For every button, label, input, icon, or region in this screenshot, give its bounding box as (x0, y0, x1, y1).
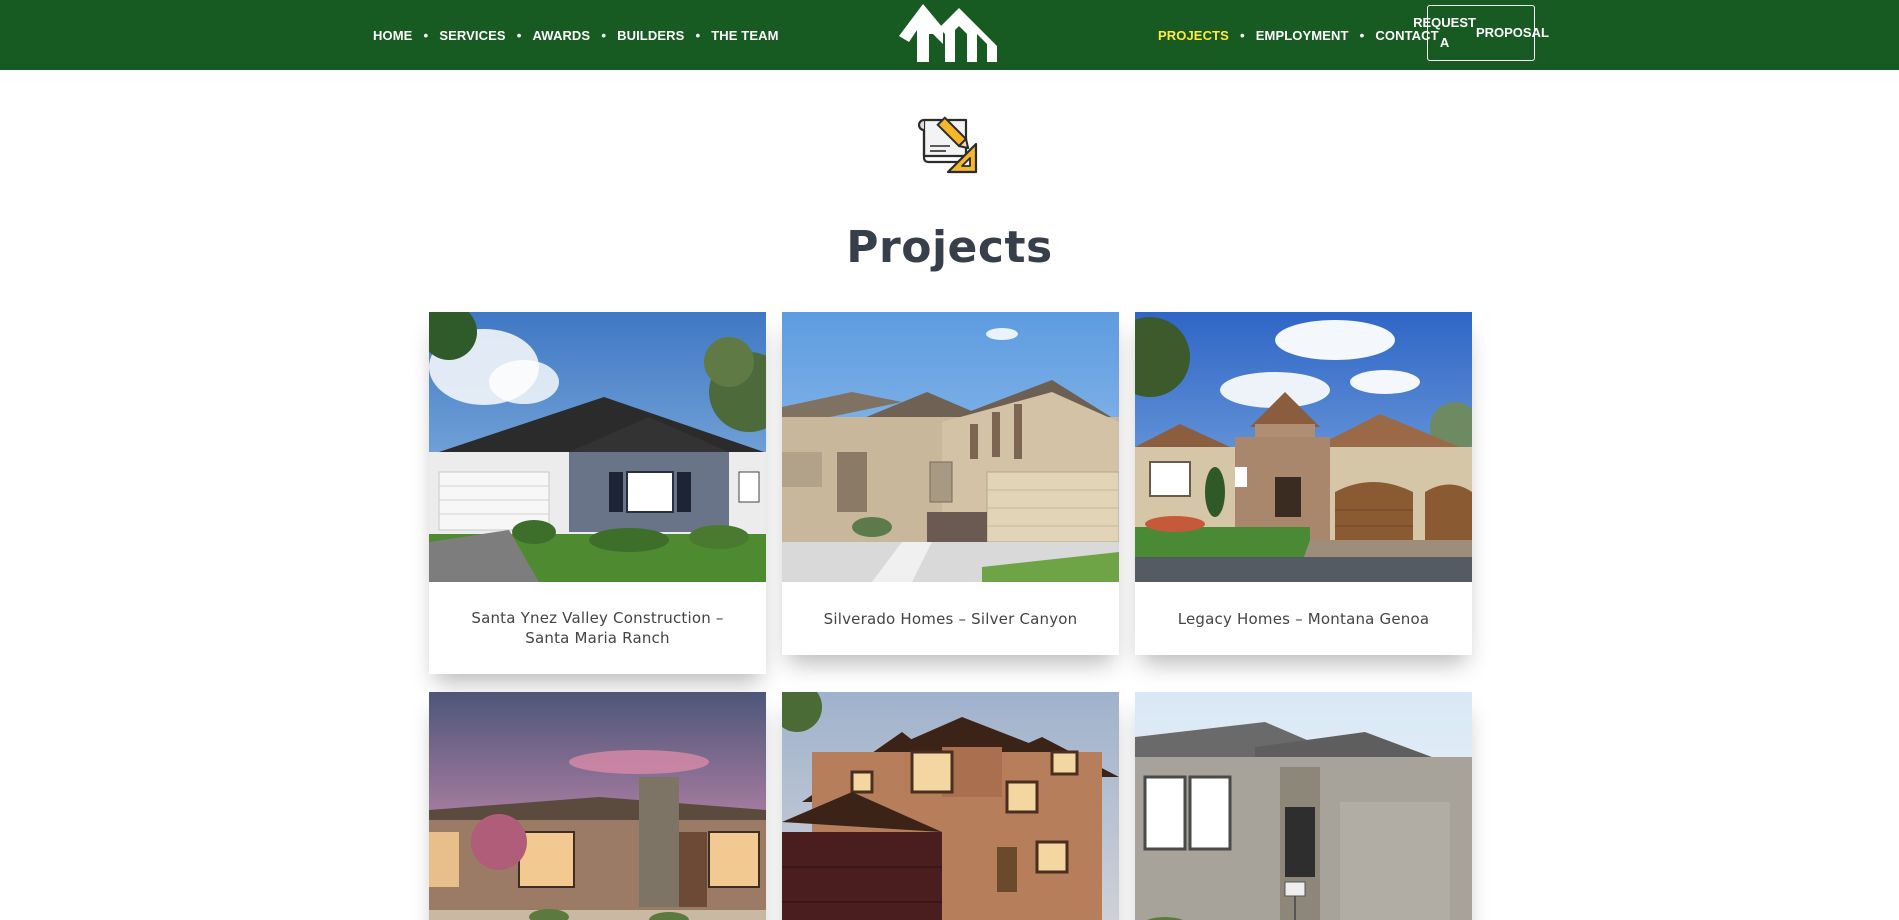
nav-item-projects[interactable]: PROJECTS (1158, 28, 1229, 43)
nav-item-the-team[interactable]: THE TEAM (711, 28, 778, 43)
nav-item-awards[interactable]: AWARDS (533, 28, 591, 43)
project-photo (429, 312, 766, 582)
project-card-legacy-homes[interactable]: Legacy Homes – Montana Genoa (1135, 312, 1472, 655)
request-proposal-button[interactable]: REQUEST A PROPOSAL (1413, 5, 1549, 61)
nav-item-builders[interactable]: BUILDERS (617, 28, 684, 43)
nav-separator: • (601, 27, 607, 43)
project-caption: Silverado Homes – Silver Canyon (823, 609, 1078, 628)
project-card[interactable] (429, 692, 766, 920)
tm-logo-icon[interactable] (897, 0, 1001, 66)
main-nav-right: PROJECTS • EMPLOYMENT • CONTACT (1158, 0, 1439, 70)
project-card-silverado[interactable]: Silverado Homes – Silver Canyon (782, 312, 1119, 655)
nav-separator: • (1359, 27, 1365, 43)
page-title: Projects (846, 222, 1053, 273)
project-photo (782, 312, 1119, 582)
nav-item-home[interactable]: HOME (373, 28, 412, 43)
main-nav-left: HOME • SERVICES • AWARDS • BUILDERS • TH… (373, 0, 779, 70)
nav-separator: • (423, 27, 429, 43)
project-card[interactable] (782, 692, 1119, 920)
nav-separator: • (1239, 27, 1245, 43)
project-photo (1135, 692, 1472, 920)
project-caption: Legacy Homes – Montana Genoa (1177, 609, 1430, 628)
nav-item-services[interactable]: SERVICES (439, 28, 505, 43)
project-caption: Santa Ynez Valley Construction – Santa M… (471, 609, 724, 647)
project-card[interactable] (1135, 692, 1472, 920)
blueprint-pencil-ruler-icon (918, 116, 978, 174)
project-photo (429, 692, 766, 920)
nav-separator: • (695, 27, 701, 43)
nav-separator: • (516, 27, 522, 43)
project-card-santa-ynez[interactable]: Santa Ynez Valley Construction – Santa M… (429, 312, 766, 674)
project-photo (1135, 312, 1472, 582)
project-photo (782, 692, 1119, 920)
site-header: HOME • SERVICES • AWARDS • BUILDERS • TH… (0, 0, 1899, 70)
nav-item-employment[interactable]: EMPLOYMENT (1256, 28, 1349, 43)
